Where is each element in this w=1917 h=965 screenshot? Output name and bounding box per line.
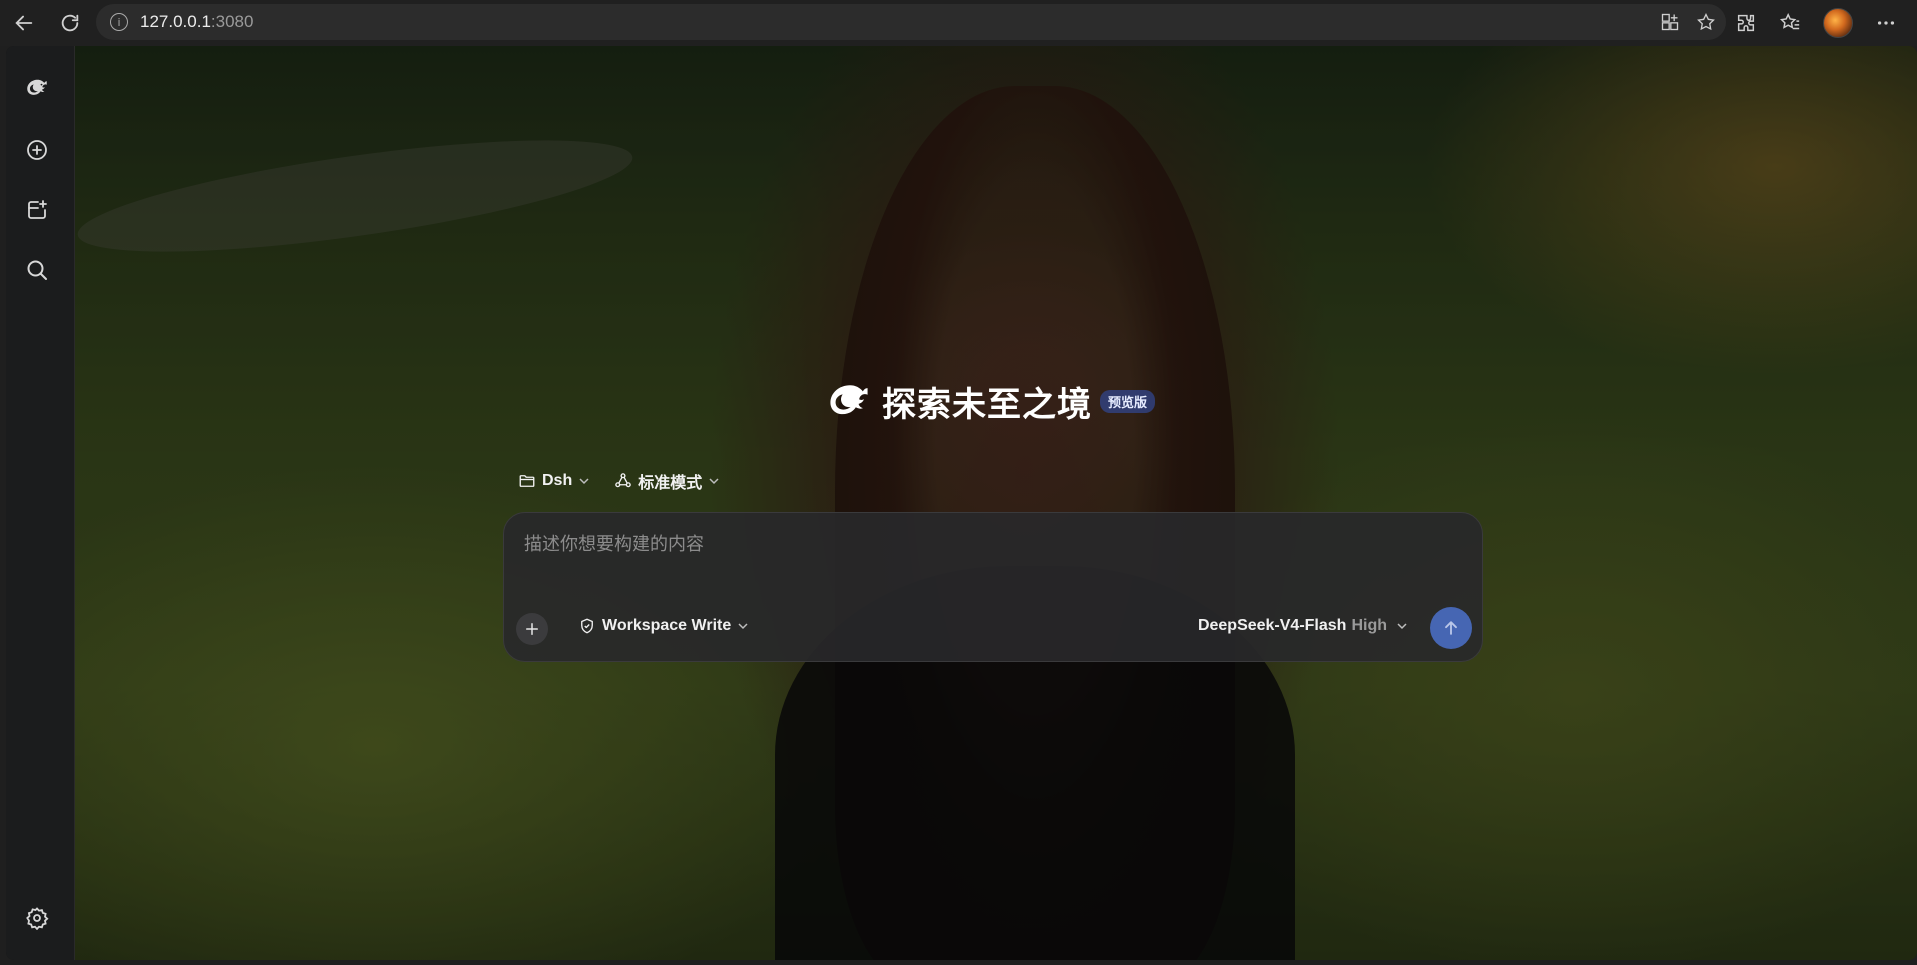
profile-avatar[interactable] xyxy=(1823,8,1853,38)
search-icon xyxy=(27,260,47,280)
sidebar-logo[interactable] xyxy=(21,72,53,104)
info-icon[interactable]: i xyxy=(110,13,128,31)
favorites-icon[interactable] xyxy=(1779,12,1801,34)
mode-icon xyxy=(615,473,632,488)
new-project-icon xyxy=(28,200,47,219)
whale-logo-icon xyxy=(27,79,47,95)
address-bar[interactable]: i 127.0.0.1:3080 xyxy=(96,4,1726,40)
model-name: DeepSeek-V4-Flash xyxy=(1197,617,1347,634)
sidebar xyxy=(6,46,75,960)
permission-label: Workspace Write xyxy=(602,617,732,634)
extensions-icon[interactable] xyxy=(1735,12,1757,34)
settings-button[interactable] xyxy=(21,902,53,934)
folder-label: Dsh xyxy=(542,472,573,489)
new-project-button[interactable] xyxy=(21,194,53,226)
reload-button[interactable] xyxy=(50,3,90,43)
browser-right-tools xyxy=(1735,0,1917,46)
reload-icon xyxy=(61,14,79,32)
reasoning-level: High xyxy=(1351,617,1387,634)
browser-toolbar: i 127.0.0.1:3080 xyxy=(0,0,1917,46)
background-photo xyxy=(75,46,1917,960)
chevron-down-icon xyxy=(579,478,589,485)
search-button[interactable] xyxy=(21,254,53,286)
more-options-icon[interactable] xyxy=(1875,12,1897,34)
prompt-input[interactable] xyxy=(524,529,1424,559)
app-available-icon[interactable] xyxy=(1660,12,1680,32)
mode-selector[interactable]: 标准模式 xyxy=(614,469,720,493)
new-chat-icon xyxy=(27,140,47,160)
plus-icon xyxy=(526,623,538,635)
whale-logo-icon xyxy=(830,385,868,415)
address-bar-icons xyxy=(1660,4,1716,40)
favorite-star-icon[interactable] xyxy=(1696,12,1716,32)
hero-title: 探索未至之境 xyxy=(882,385,1092,424)
hero-heading: 探索未至之境 预览版 xyxy=(826,376,1156,426)
composer: Workspace Write DeepSeek-V4-Flash High xyxy=(503,512,1483,662)
new-chat-button[interactable] xyxy=(21,134,53,166)
back-button[interactable] xyxy=(4,3,44,43)
shield-check-icon xyxy=(581,618,593,634)
arrow-up-icon xyxy=(1445,621,1457,635)
preview-badge: 预览版 xyxy=(1100,389,1156,413)
chevron-down-icon xyxy=(709,478,719,485)
folder-selector[interactable]: Dsh xyxy=(518,472,590,490)
mode-label: 标准模式 xyxy=(638,475,703,492)
url-host: 127.0.0.1 xyxy=(140,12,211,31)
folder-icon xyxy=(519,475,535,487)
model-selector[interactable]: DeepSeek-V4-Flash High xyxy=(1198,617,1408,635)
url-port: :3080 xyxy=(210,12,254,31)
chevron-down-icon xyxy=(1397,623,1407,630)
add-attachment-button[interactable] xyxy=(516,613,548,645)
permission-selector[interactable]: Workspace Write xyxy=(578,617,749,635)
app-window: 探索未至之境 预览版 Dsh 标准模式 Workspace Write Deep… xyxy=(6,46,1917,960)
settings-icon xyxy=(26,907,49,930)
arrow-left-icon xyxy=(15,15,33,31)
send-button[interactable] xyxy=(1430,607,1472,649)
chevron-down-icon xyxy=(738,623,748,630)
composer-options: Dsh 标准模式 xyxy=(518,466,720,496)
